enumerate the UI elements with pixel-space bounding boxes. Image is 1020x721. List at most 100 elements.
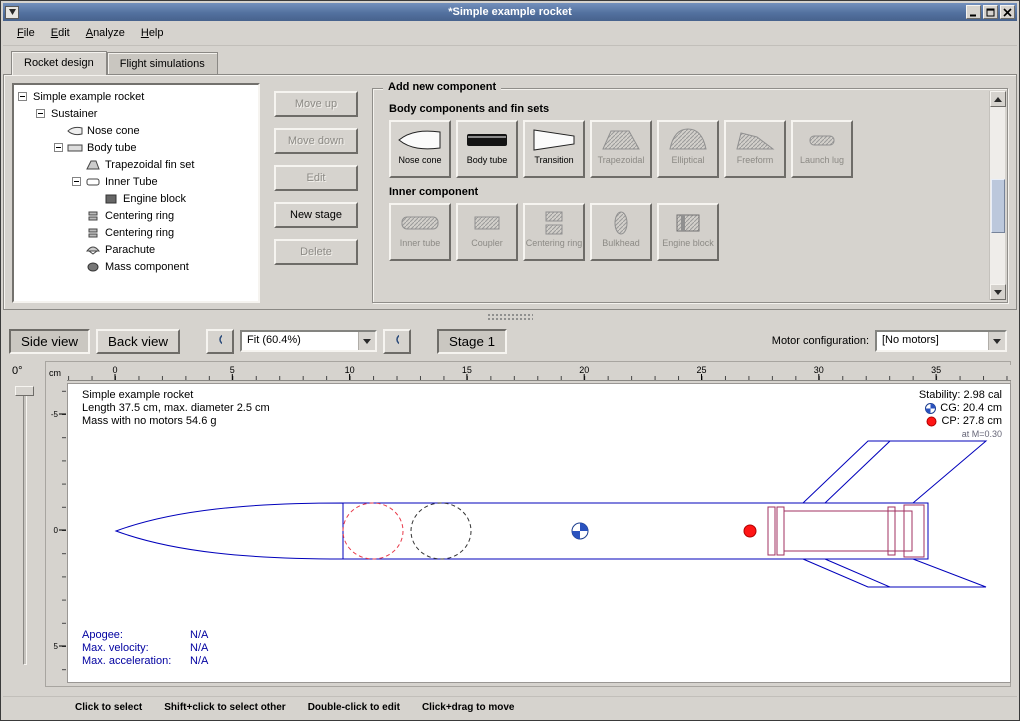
dropdown-arrow-icon[interactable] [988,332,1005,350]
max-acceleration-value: N/A [190,655,208,668]
zoom-in-button[interactable] [206,329,234,354]
rocket-name: Simple example rocket [82,389,270,402]
freeform-fin-icon [733,126,777,154]
component-tree[interactable]: Simple example rocket Sustainer Nose con… [12,83,260,303]
collapse-icon[interactable] [36,109,45,118]
inner-tube-icon [398,209,442,237]
app-window: *Simple example rocket File Edit Analyze… [0,0,1020,721]
collapse-icon[interactable] [54,143,63,152]
add-coupler-button: Coupler [456,203,518,261]
group-title: Add new component [383,81,501,93]
rocket-drawing-area[interactable]: Simple example rocket Length 37.5 cm, ma… [67,383,1011,683]
new-stage-button[interactable]: New stage [274,202,358,228]
inner-component-buttons: Inner tube Coupler Centering ring Bulkhe… [389,203,981,261]
svg-text:20: 20 [579,365,589,375]
hint-click-drag: Click+drag to move [422,702,515,713]
hint-click-select: Click to select [75,702,142,713]
stage1-toggle[interactable]: Stage 1 [437,329,507,354]
menu-edit[interactable]: Edit [43,23,78,43]
tree-item-body-tube[interactable]: Body tube [16,139,256,156]
titlebar[interactable]: *Simple example rocket [3,3,1017,21]
tree-item-inner-tube[interactable]: Inner Tube [16,173,256,190]
maximize-button[interactable] [983,5,998,19]
engine-block-icon [103,194,121,204]
cp-marker [744,525,756,537]
zoom-out-button[interactable] [383,329,411,354]
mass-component-outline [411,503,471,559]
tree-item-rocket[interactable]: Simple example rocket [16,88,256,105]
tabstrip: Rocket design Flight simulations [3,46,1017,74]
apogee-label: Apogee: [82,629,190,642]
scrollbar-thumb[interactable] [991,179,1005,233]
svg-text:30: 30 [814,365,824,375]
centering-ring-icon [85,211,103,221]
view-toolbar: Side view Back view Fit (60.4%) Stage 1 … [3,323,1017,359]
side-view-button[interactable]: Side view [9,329,90,354]
rotation-slider[interactable] [23,391,27,665]
cg-icon [925,403,936,414]
trapezoidal-fin-icon [599,126,643,154]
panel-splitter[interactable] [3,310,1017,323]
nose-cone-icon [398,126,442,154]
menu-analyze[interactable]: Analyze [78,23,133,43]
tree-item-mass-component[interactable]: Mass component [16,258,256,275]
parachute-icon [85,245,103,255]
tree-item-parachute[interactable]: Parachute [16,241,256,258]
horizontal-ruler: 0 5 10 15 20 25 30 35 [67,365,1011,381]
tree-item-sustainer[interactable]: Sustainer [16,105,256,122]
upper-fin-outline [803,441,986,503]
splitter-grip-icon [487,313,533,320]
add-inner-tube-button: Inner tube [389,203,451,261]
close-button[interactable] [1000,5,1015,19]
tab-rocket-design[interactable]: Rocket design [11,51,107,75]
scroll-up-icon[interactable] [990,91,1006,107]
svg-text:10: 10 [345,365,355,375]
add-engine-block-button: Engine block [657,203,719,261]
zoom-value: Fit (60.4%) [242,332,306,350]
tab-flight-simulations[interactable]: Flight simulations [107,52,218,74]
nose-cone-icon [67,126,85,136]
app-icon[interactable] [5,6,19,19]
collapse-icon[interactable] [18,92,27,101]
tree-item-centering-ring-1[interactable]: Centering ring [16,207,256,224]
max-acceleration-label: Max. acceleration: [82,655,190,668]
add-trapezoidal-fin-button: Trapezoidal [590,120,652,178]
tree-actions: Move up Move down Edit New stage Delete [268,83,364,303]
rotation-slider-handle[interactable] [15,386,34,396]
tree-item-centering-ring-2[interactable]: Centering ring [16,224,256,241]
window-title: *Simple example rocket [3,6,1017,18]
menu-file[interactable]: File [9,23,43,43]
zoom-in-icon [218,333,222,349]
tree-item-fin-set[interactable]: Trapezoidal fin set [16,156,256,173]
engine-block-outline [904,505,924,557]
add-transition-button[interactable]: Transition [523,120,585,178]
parachute-outline [343,503,403,559]
add-freeform-fin-button: Freeform [724,120,786,178]
add-body-tube-button[interactable]: Body tube [456,120,518,178]
add-elliptical-fin-button: Elliptical [657,120,719,178]
menu-help[interactable]: Help [133,23,172,43]
delete-button: Delete [274,239,358,265]
back-view-button[interactable]: Back view [96,329,180,354]
rocket-view-canvas[interactable]: 0° cm 0 5 10 15 [3,359,1017,696]
add-bulkhead-button: Bulkhead [590,203,652,261]
scroll-down-icon[interactable] [990,284,1006,300]
move-up-button: Move up [274,91,358,117]
body-components-label: Body components and fin sets [389,103,981,115]
apogee-value: N/A [190,629,208,642]
zoom-out-icon [395,333,399,349]
body-tube-icon [465,126,509,154]
mach-condition: at M=0.30 [919,428,1002,441]
add-nose-cone-button[interactable]: Nose cone [389,120,451,178]
motor-configuration-combobox[interactable]: [No motors] [875,330,1007,352]
collapse-icon[interactable] [72,177,81,186]
rocket-mass: Mass with no motors 54.6 g [82,415,270,428]
minimize-button[interactable] [966,5,981,19]
dropdown-arrow-icon[interactable] [358,332,375,350]
component-scrollbar[interactable] [989,91,1005,300]
rocket-dimensions: Length 37.5 cm, max. diameter 2.5 cm [82,402,270,415]
tree-item-engine-block[interactable]: Engine block [16,190,256,207]
tree-item-nose-cone[interactable]: Nose cone [16,122,256,139]
zoom-combobox[interactable]: Fit (60.4%) [240,330,377,352]
body-tube-icon [67,143,85,153]
